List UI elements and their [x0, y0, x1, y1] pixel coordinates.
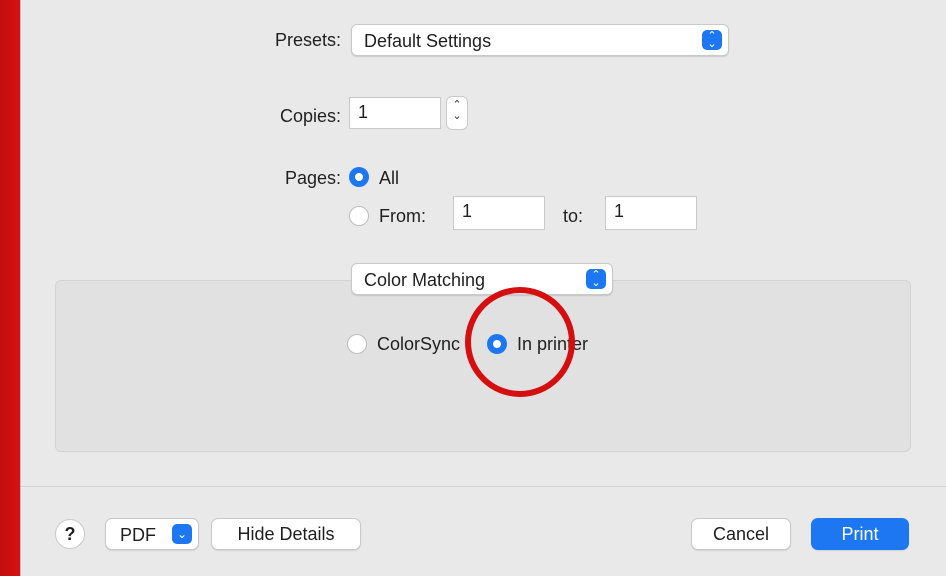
presets-label: Presets: — [274, 30, 341, 50]
copies-stepper[interactable]: ⌃ ⌄ — [446, 96, 468, 130]
pages-from-field[interactable]: 1 — [453, 196, 545, 230]
hide-details-button[interactable]: Hide Details — [211, 518, 361, 550]
section-popup[interactable]: Color Matching ⌃ ⌄ — [351, 263, 613, 295]
pages-to-field[interactable]: 1 — [605, 196, 697, 230]
presets-value: Default Settings — [364, 31, 492, 51]
copies-label: Copies: — [279, 106, 341, 126]
print-button[interactable]: Print — [811, 518, 909, 550]
pdf-label: PDF — [120, 525, 156, 545]
colorsync-label: ColorSync — [377, 334, 461, 354]
colorsync-radio[interactable] — [347, 334, 367, 354]
pages-all-radio[interactable] — [349, 167, 369, 187]
section-popup-value: Color Matching — [364, 270, 486, 290]
background-frame — [0, 0, 20, 576]
pages-from-radio[interactable] — [349, 206, 369, 226]
up-down-chevron-icon: ⌃ ⌄ — [702, 30, 722, 50]
help-button[interactable]: ? — [55, 519, 85, 549]
annotation-circle — [465, 287, 575, 397]
chevron-down-icon: ⌄ — [172, 524, 192, 544]
copies-field[interactable]: 1 — [349, 97, 441, 129]
cancel-button[interactable]: Cancel — [691, 518, 791, 550]
pdf-menu-button[interactable]: PDF ⌄ — [105, 518, 199, 550]
pages-to-label: to: — [563, 206, 584, 226]
print-dialog: Presets: Default Settings ⌃ ⌄ Copies: 1 ⌃… — [20, 0, 946, 576]
presets-popup[interactable]: Default Settings ⌃ ⌄ — [351, 24, 729, 56]
footer-divider — [21, 486, 946, 487]
pages-from-label: From: — [379, 206, 426, 226]
pages-all-label: All — [379, 168, 400, 188]
up-down-chevron-icon: ⌃ ⌄ — [586, 269, 606, 289]
pages-label: Pages: — [284, 168, 341, 188]
